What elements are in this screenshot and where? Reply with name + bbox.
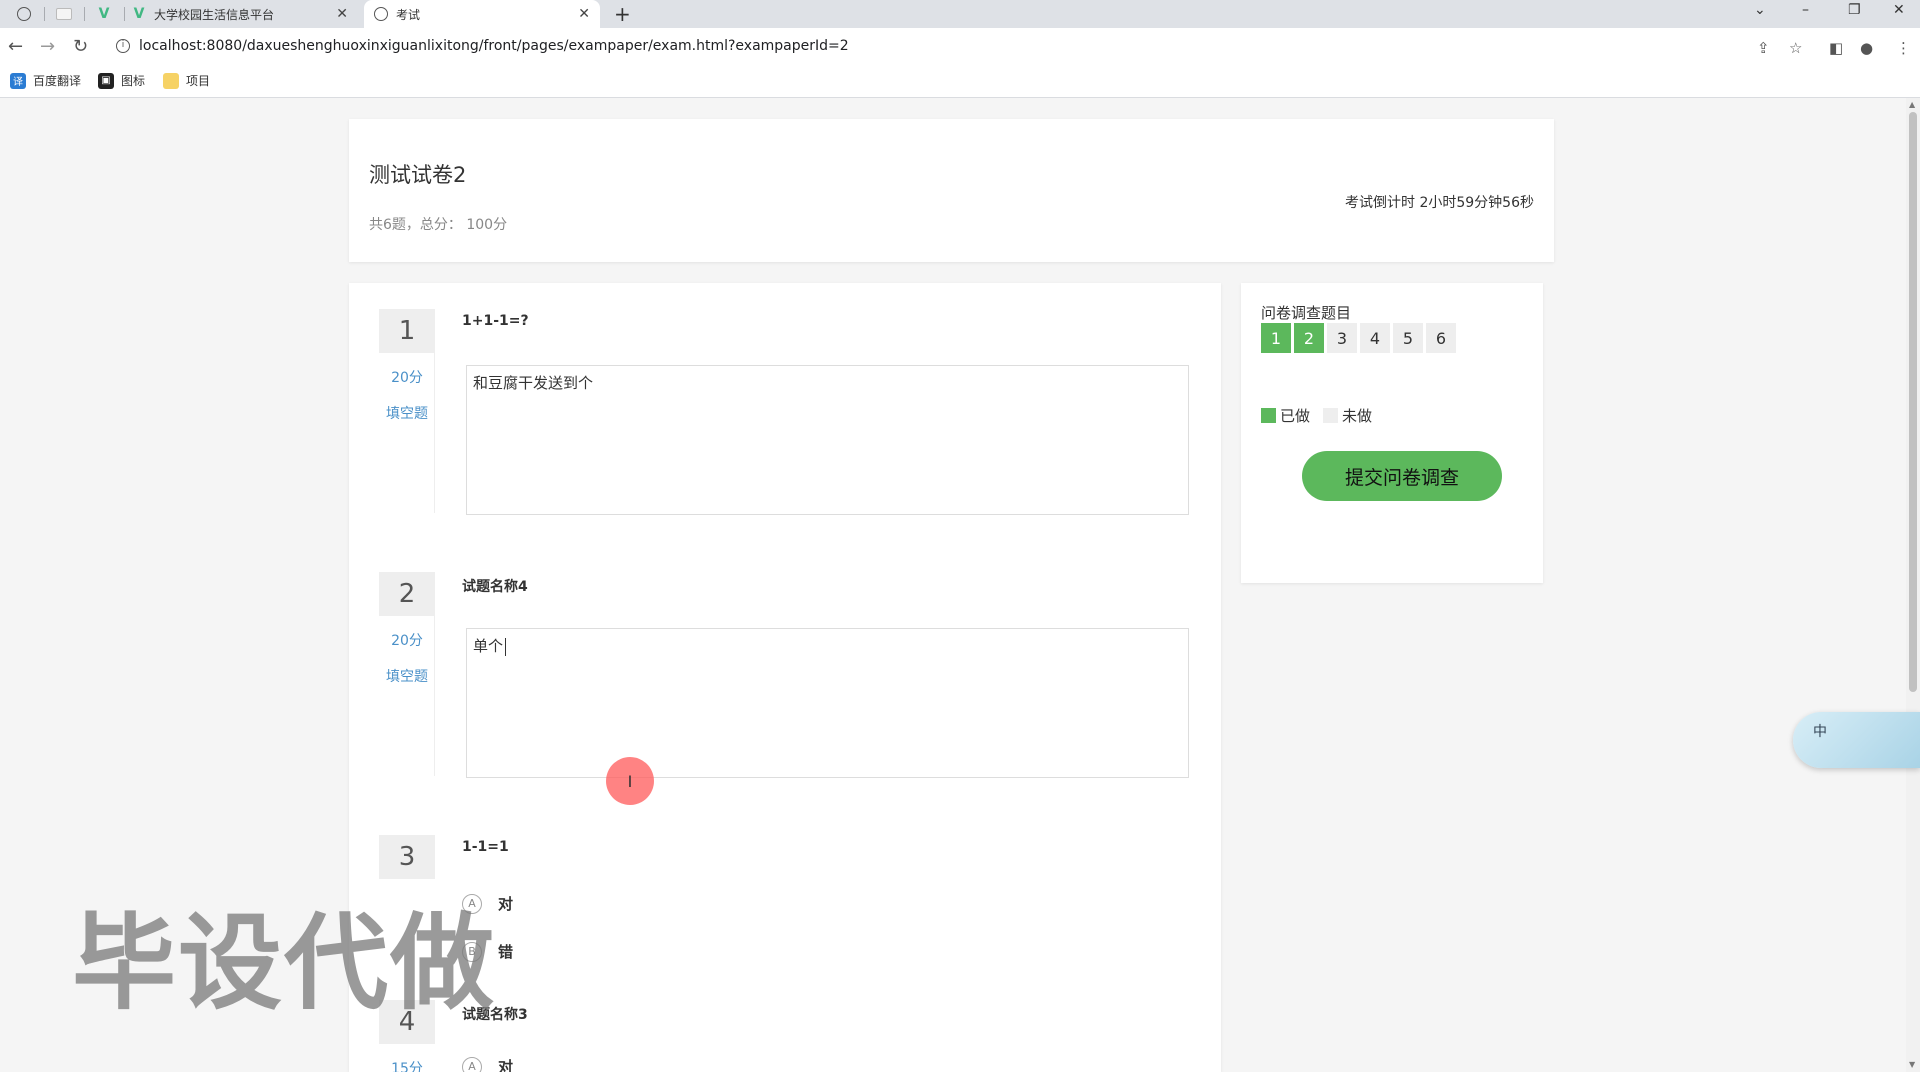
nav-question-1[interactable]: 1	[1261, 323, 1291, 353]
star-icon[interactable]: ☆	[1789, 39, 1802, 57]
scroll-up-icon[interactable]: ▲	[1909, 100, 1915, 109]
exam-title: 测试试卷2	[369, 163, 467, 187]
radio-circle[interactable]: A	[462, 1056, 482, 1072]
close-icon[interactable]: ✕	[578, 6, 590, 22]
reload-icon[interactable]: ↻	[73, 36, 88, 57]
ime-label: 中	[1813, 724, 1827, 740]
tab-separator	[84, 7, 85, 21]
image-icon: ▣	[98, 72, 114, 89]
legend-swatch	[1323, 408, 1338, 423]
side-panel-icon[interactable]: ◧	[1829, 39, 1843, 57]
forward-arrow-icon[interactable]: →	[40, 36, 55, 57]
share-icon[interactable]: ⇪	[1757, 39, 1770, 57]
nav-question-3[interactable]: 3	[1327, 323, 1357, 353]
chevron-down-icon[interactable]: ⌄	[1754, 2, 1766, 18]
tab-campus-platform[interactable]: V 大学校园生活信息平台 ✕	[132, 0, 358, 28]
option-label: 错	[498, 943, 514, 961]
question-number: 2	[379, 572, 435, 616]
divider	[434, 353, 435, 513]
tab-title: 大学校园生活信息平台	[154, 7, 275, 22]
legend-todo: 未做	[1323, 405, 1372, 426]
legend-label: 未做	[1342, 407, 1373, 425]
question-title: 1+1-1=?	[462, 313, 529, 329]
question-number: 3	[379, 835, 435, 879]
answer-text: 和豆腐干发送到个	[473, 374, 594, 392]
tab-title: 考试	[396, 7, 421, 22]
tab-exam[interactable]: 考试 ✕	[364, 0, 600, 28]
legend-swatch	[1261, 408, 1276, 423]
question-score: 15分	[391, 1061, 423, 1072]
nav-question-6[interactable]: 6	[1426, 323, 1456, 353]
bookmark-label: 项目	[186, 74, 211, 88]
question-number: 1	[379, 309, 435, 353]
divider	[434, 616, 435, 776]
exam-header: 测试试卷2 共6题，总分： 100分 考试倒计时 2小时59分钟56秒	[349, 119, 1554, 262]
globe-icon	[17, 7, 31, 21]
minimize-icon[interactable]: –	[1802, 2, 1809, 18]
new-tab-plus-icon[interactable]: +	[614, 2, 631, 26]
bookmark-projects[interactable]: 项目	[163, 72, 210, 89]
back-arrow-icon[interactable]: ←	[8, 36, 23, 57]
bookmarks-bar: 译 百度翻译 ▣ 图标 项目	[0, 66, 1920, 98]
tab-pinned-2[interactable]	[46, 0, 82, 28]
nav-question-2[interactable]: 2	[1294, 323, 1324, 353]
nav-question-5[interactable]: 5	[1393, 323, 1423, 353]
option-label: 对	[498, 895, 514, 913]
page-scrollbar[interactable]: ▲ ▼	[1906, 98, 1920, 1072]
folder-icon	[163, 72, 179, 89]
bookmark-icons[interactable]: ▣ 图标	[98, 72, 145, 89]
cursor-highlight: I	[606, 757, 654, 805]
ime-widget[interactable]: 中	[1793, 712, 1920, 768]
tab-pinned-3[interactable]: V	[86, 0, 122, 28]
answer-textarea[interactable]: 和豆腐干发送到个	[466, 365, 1189, 515]
address-bar-url[interactable]: localhost:8080/daxueshenghuoxinxiguanlix…	[139, 38, 849, 54]
text-caret	[505, 637, 507, 656]
site-info-icon[interactable]: i	[116, 39, 130, 53]
restore-icon[interactable]: ❐	[1848, 2, 1861, 18]
blank-page-icon	[56, 8, 72, 20]
globe-icon	[374, 7, 388, 21]
question-score: 20分	[391, 370, 423, 386]
watermark: 毕设代做	[72, 902, 497, 1024]
close-window-icon[interactable]: ✕	[1893, 2, 1905, 18]
tab-separator	[44, 7, 45, 21]
option-a[interactable]: A 对	[462, 1056, 513, 1072]
profile-avatar-icon[interactable]: ●	[1860, 39, 1873, 57]
question-type: 填空题	[386, 406, 428, 422]
tab-separator	[124, 7, 125, 21]
vue-logo-icon: V	[98, 6, 110, 22]
navigator-title: 问卷调查题目	[1261, 304, 1352, 322]
exam-countdown: 考试倒计时 2小时59分钟56秒	[1345, 195, 1534, 211]
option-label: 对	[498, 1058, 514, 1072]
exam-meta: 共6题，总分： 100分	[369, 217, 508, 233]
question-navigator: 问卷调查题目 1 2 3 4 5 6 已做 未做 提交问卷调查	[1241, 283, 1543, 583]
answer-text: 单个	[473, 637, 504, 655]
tab-pinned-1[interactable]	[6, 0, 42, 28]
question-title: 1-1=1	[462, 839, 509, 855]
question-score: 20分	[391, 633, 423, 649]
translate-icon: 译	[10, 72, 26, 89]
bookmark-baidu-translate[interactable]: 译 百度翻译	[10, 72, 81, 89]
scrollbar-thumb[interactable]	[1909, 112, 1917, 692]
legend-label: 已做	[1280, 407, 1311, 425]
question-title: 试题名称4	[462, 579, 528, 595]
submit-survey-button[interactable]: 提交问卷调查	[1302, 451, 1502, 501]
vue-logo-icon: V	[133, 6, 145, 22]
bookmark-label: 图标	[121, 74, 146, 88]
menu-kebab-icon[interactable]: ⋮	[1896, 39, 1911, 57]
text-cursor-icon: I	[627, 771, 633, 791]
browser-tab-bar: V V 大学校园生活信息平台 ✕ 考试 ✕ + ⌄ – ❐ ✕	[0, 0, 1920, 28]
question-type: 填空题	[386, 669, 428, 685]
close-icon[interactable]: ✕	[336, 6, 348, 22]
nav-question-4[interactable]: 4	[1360, 323, 1390, 353]
scroll-down-icon[interactable]: ▼	[1909, 1060, 1915, 1069]
legend-done: 已做	[1261, 405, 1310, 426]
answer-textarea[interactable]: 单个	[466, 628, 1189, 778]
bookmark-label: 百度翻译	[33, 74, 82, 88]
